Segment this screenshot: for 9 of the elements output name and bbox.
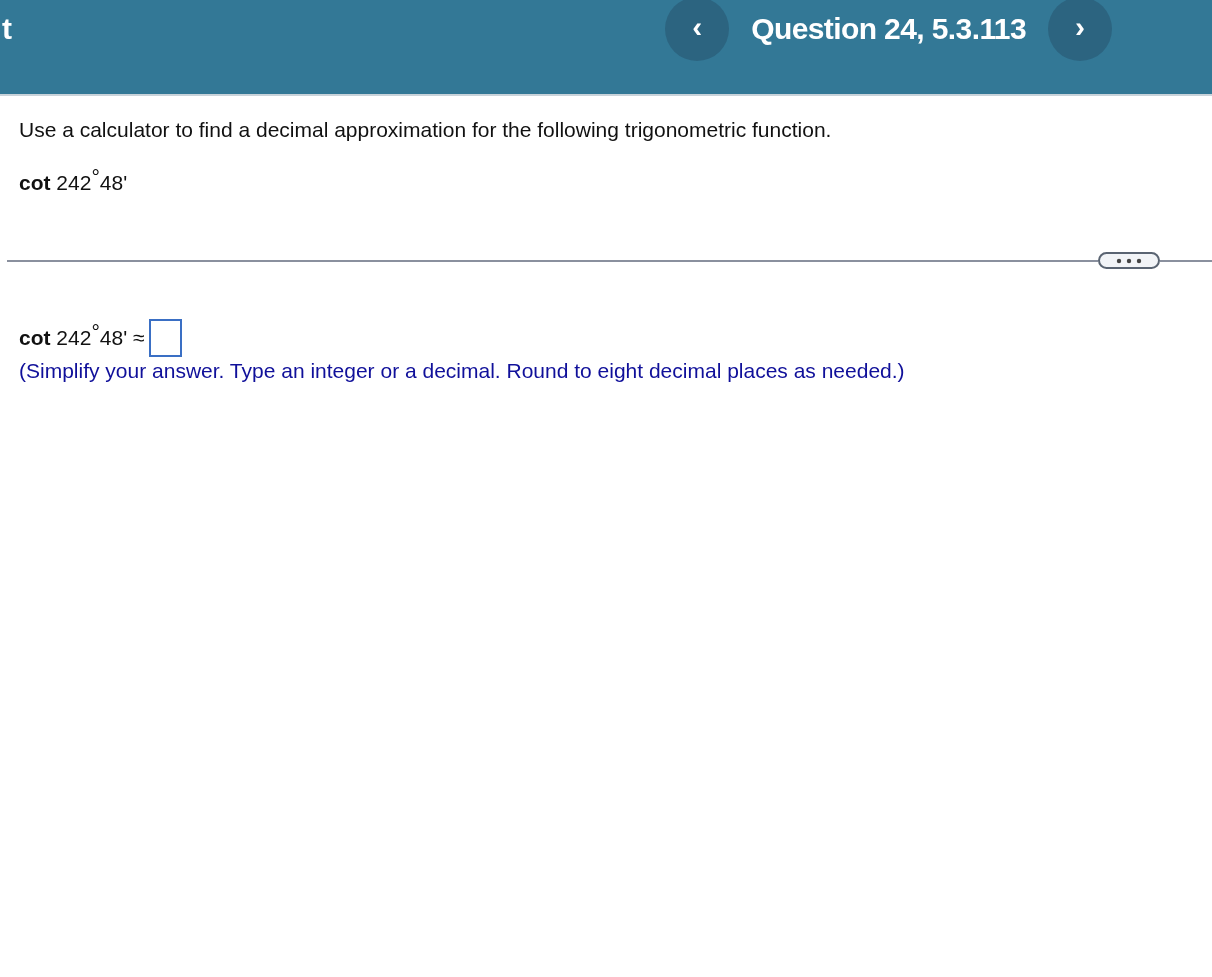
- answer-field[interactable]: [148, 319, 182, 357]
- next-button[interactable]: ›: [1048, 0, 1112, 61]
- page-title: t: [2, 14, 12, 44]
- hint-text: (Simplify your answer. Type an integer or a decimal. Round to eight decimal places as needed.): [19, 359, 906, 383]
- ellipsis-icon: [1116, 257, 1142, 264]
- question-title: Question 24, 5.3.113: [751, 12, 1026, 46]
- instruction-text: Use a calculator to find a decimal approximation for the following trigonometric function.: [19, 118, 833, 142]
- more-button[interactable]: [1098, 252, 1160, 269]
- previous-button[interactable]: ‹: [665, 0, 730, 61]
